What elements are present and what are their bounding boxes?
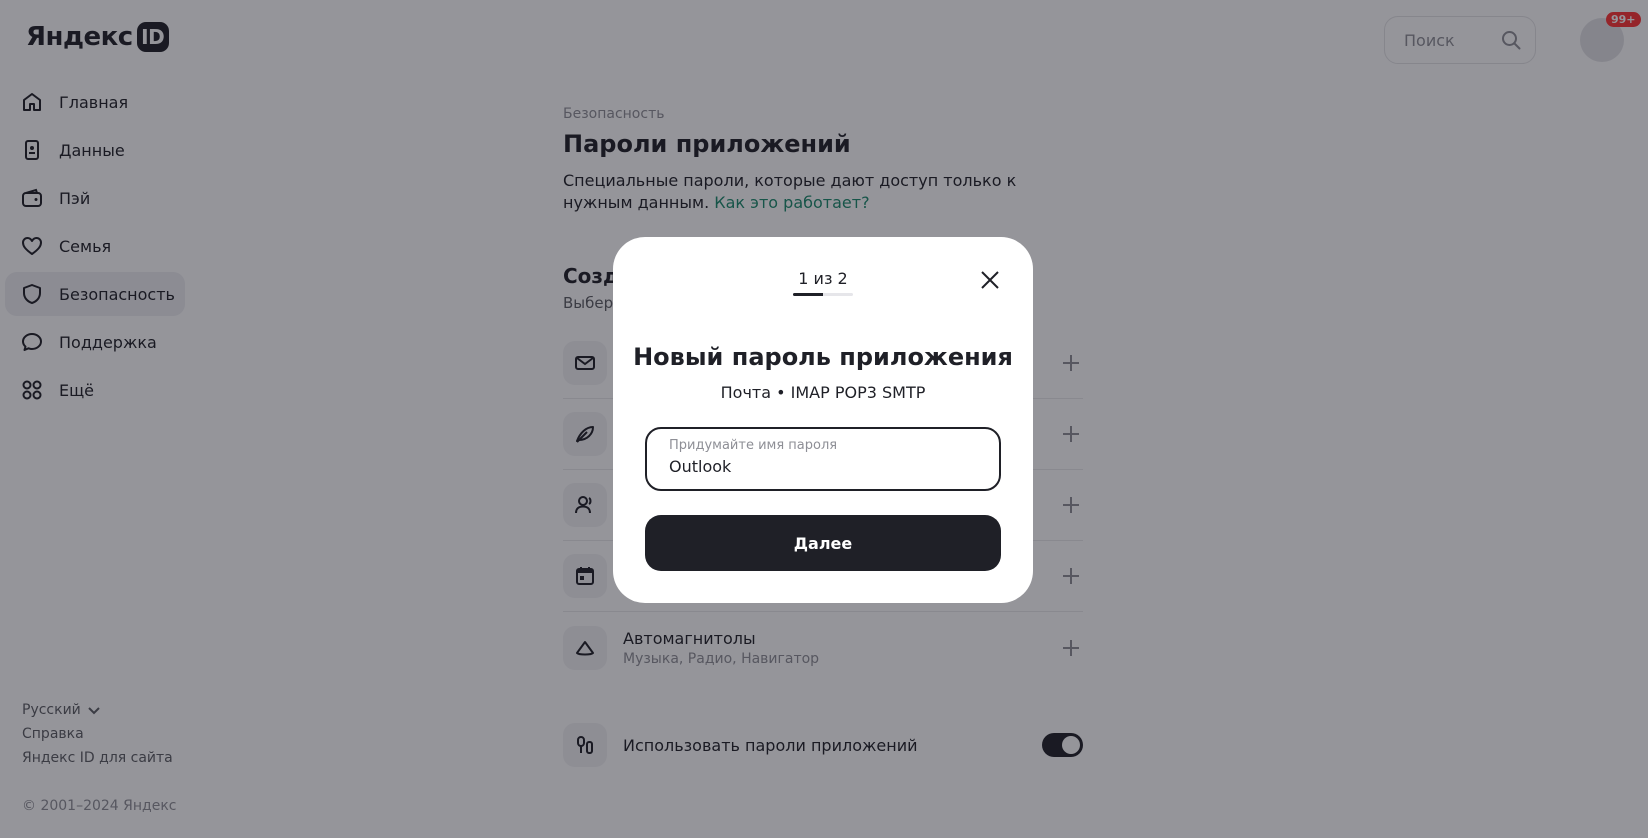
password-name-input[interactable] [669,457,977,476]
close-button[interactable] [977,267,1003,293]
step-progress-fill [793,293,823,296]
step-progress-bar [793,293,853,296]
page: Яндекс ID Поиск 99+ Главная Данные Пэй С… [0,0,1648,838]
dialog-title: Новый пароль приложения [633,343,1013,371]
password-name-label: Придумайте имя пароля [669,438,838,453]
next-button[interactable]: Далее [645,515,1001,571]
close-icon [981,271,999,289]
dialog-subtitle: Почта • IMAP POP3 SMTP [720,383,926,402]
step-indicator: 1 из 2 [798,269,848,288]
new-app-password-dialog: 1 из 2 Новый пароль приложения Почта • I… [613,237,1033,603]
password-name-field[interactable]: Придумайте имя пароля [645,427,1001,491]
